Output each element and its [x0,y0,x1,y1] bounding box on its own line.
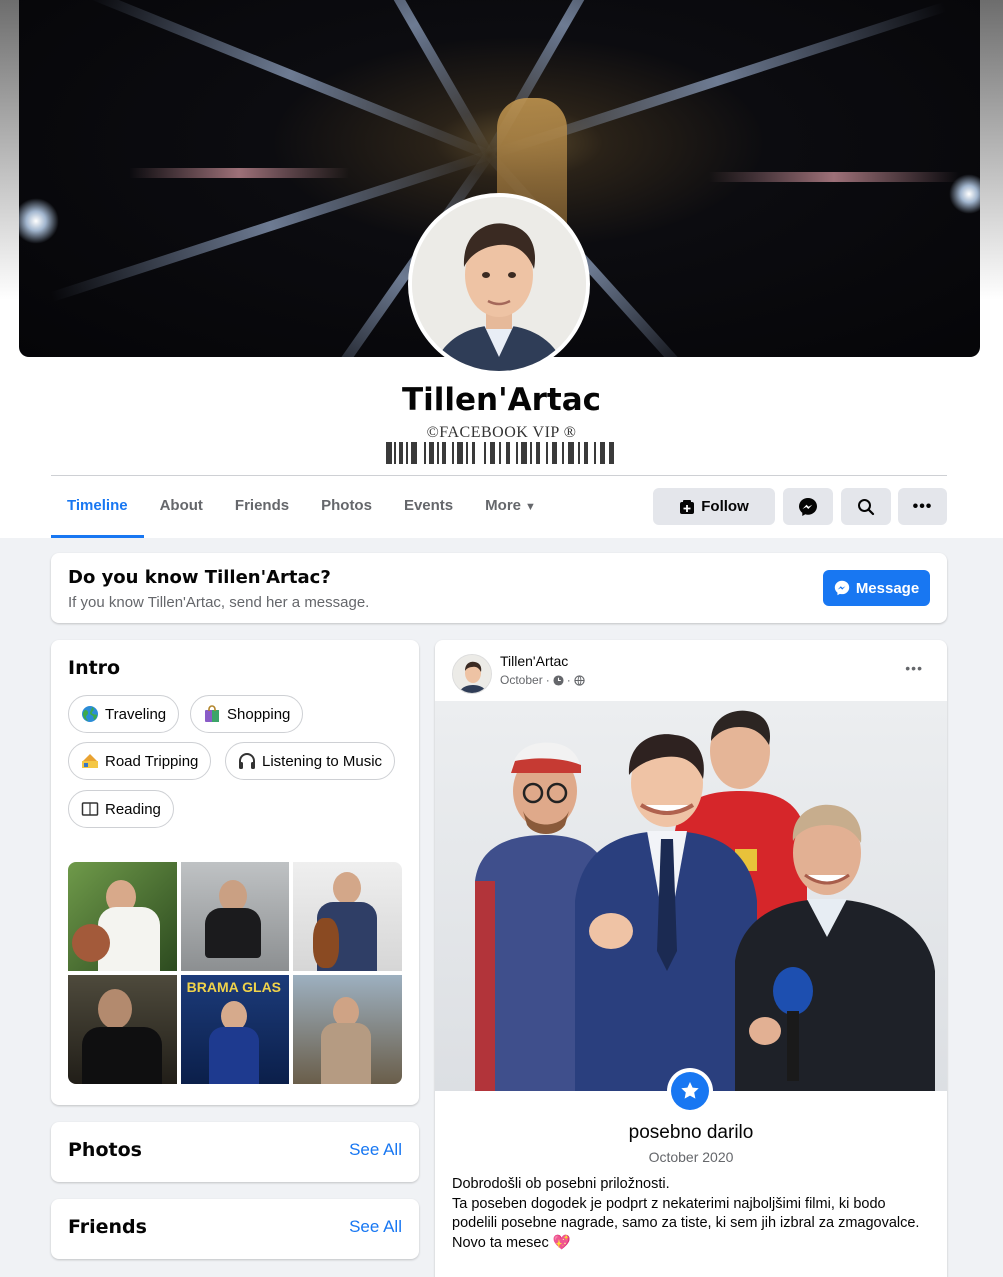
event-body-line: Ta poseben dogodek je podprt z nekaterim… [452,1195,920,1232]
tab-more[interactable]: More ▼ [469,476,552,538]
featured-photo[interactable] [180,862,290,971]
light-beam [334,0,494,158]
post-options-icon[interactable]: ••• [905,660,923,676]
featured-photo-grid: BRAMA GLAS [68,862,402,1084]
know-card-subtitle: If you know Tillen'Artac, send her a mes… [68,594,370,611]
featured-photo[interactable] [68,975,177,1084]
avatar [412,197,586,371]
star-icon [681,1082,699,1099]
hobby-label: Shopping [227,705,291,723]
featured-photo[interactable] [68,862,177,971]
caret-down-icon: ▼ [525,501,536,513]
friends-card: Friends See All [51,1199,419,1259]
hobby-label: Road Tripping [105,752,199,770]
intro-title: Intro [68,657,121,679]
profile-subtitle: ©FACEBOOK VIP ® [426,424,577,441]
photos-card: Photos See All [51,1122,419,1182]
post-date[interactable]: October [500,673,543,687]
clock-icon [553,674,564,686]
headphones-icon [239,753,255,769]
event-date: October 2020 [648,1149,734,1165]
featured-photo[interactable]: BRAMA GLAS [180,975,290,1084]
stage-light [129,168,349,178]
light-beam [88,0,491,160]
spotlight [19,198,59,244]
profile-picture[interactable] [408,193,590,375]
featured-photo[interactable] [293,975,402,1084]
search-button[interactable] [841,488,891,525]
spotlight [949,174,980,214]
profile-tabs: Timeline About Friends Photos Events Mor… [51,476,552,538]
tab-events[interactable]: Events [388,476,469,538]
stage-light [709,172,959,182]
hobby-road-tripping[interactable]: Road Tripping [68,742,212,780]
book-icon [81,802,99,816]
follow-icon [680,499,695,514]
tab-photos[interactable]: Photos [305,476,388,538]
profile-name: Tillen'Artac [401,382,601,418]
hobby-traveling[interactable]: Traveling [68,695,180,733]
globe-icon [82,706,98,722]
message-button-label: Message [855,579,920,597]
event-badge [667,1068,713,1114]
hobby-shopping[interactable]: Shopping [190,695,304,733]
messenger-button[interactable] [783,488,833,525]
friends-see-all-link[interactable]: See All [349,1217,402,1237]
more-options-button[interactable]: ••• [898,488,947,525]
follow-button[interactable]: Follow [653,488,775,525]
follow-label: Follow [701,498,749,515]
post-photo[interactable] [435,701,947,1091]
globe-privacy-icon [574,674,585,686]
featured-photo[interactable] [293,862,402,971]
photos-title: Photos [68,1139,142,1161]
shopping-bag-icon [205,705,219,722]
barcode-graphic [386,442,614,464]
event-body-line: Novo ta mesec 💖 [452,1234,571,1251]
post-meta: October · · [500,673,585,687]
messenger-icon [799,497,817,516]
post-author-avatar[interactable] [452,654,492,694]
event-body-line: Dobrodošli ob posebni priložnosti. [452,1176,670,1192]
tab-more-label: More [485,497,521,514]
event-title[interactable]: posebno darilo [435,1122,947,1144]
messenger-icon [834,580,850,596]
know-card: Do you know Tillen'Artac? If you know Ti… [51,553,947,623]
message-button[interactable]: Message [823,570,930,606]
post-author-name[interactable]: Tillen'Artac [500,653,568,669]
photos-see-all-link[interactable]: See All [349,1140,402,1160]
search-icon [858,498,875,515]
more-dots-icon: ••• [912,497,933,515]
know-card-title: Do you know Tillen'Artac? [68,567,331,588]
intro-card: Intro Traveling Shopping Road Tripping L… [51,640,419,1105]
friends-title: Friends [68,1216,147,1238]
tab-about[interactable]: About [144,476,219,538]
tab-timeline[interactable]: Timeline [51,476,144,538]
post-card: Tillen'Artac October · · ••• posebno dar… [435,640,947,1277]
tab-friends[interactable]: Friends [219,476,305,538]
hobby-label: Traveling [105,705,167,723]
event-description: Dobrodošli ob posebni priložnosti. Ta po… [452,1175,932,1253]
hobby-label: Listening to Music [262,752,383,770]
hobby-listening-to-music[interactable]: Listening to Music [225,742,396,780]
road-trip-icon [82,754,98,768]
hobby-reading[interactable]: Reading [68,790,174,828]
hobby-label: Reading [105,800,161,818]
